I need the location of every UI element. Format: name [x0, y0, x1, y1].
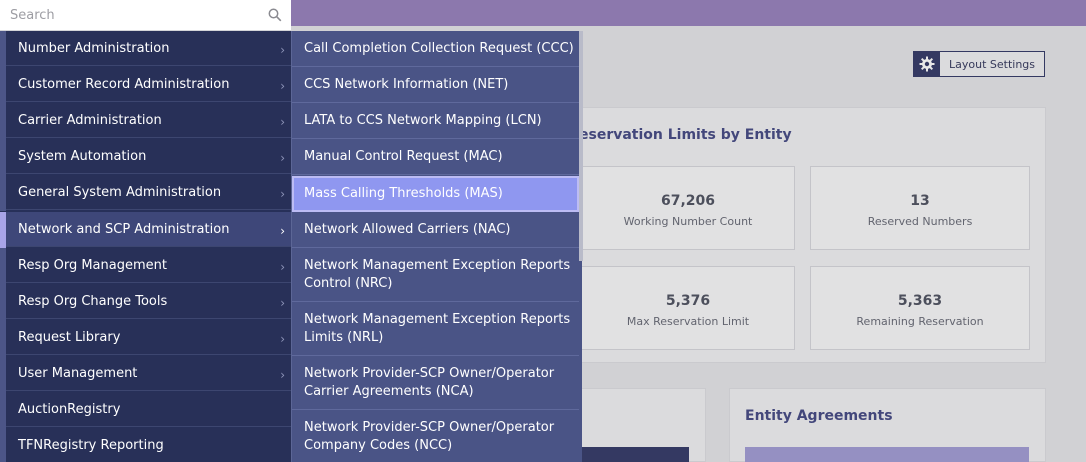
label-line-1: Network Provider-SCP Owner/Operator [304, 420, 555, 435]
menu-item-label: AuctionRegistry [18, 401, 121, 417]
menu-item-system-automation[interactable]: System Automation › [6, 139, 291, 174]
submenu-item-label: Call Completion Collection Request (CCC) [304, 40, 574, 56]
menu-item-auctionregistry[interactable]: AuctionRegistry [6, 392, 291, 427]
submenu-item-label: Mass Calling Thresholds (MAS) [304, 186, 503, 201]
submenu-item-ncc[interactable]: Network Provider-SCP Owner/Operator Compa… [292, 410, 579, 462]
chevron-right-icon: › [280, 187, 285, 201]
menu-item-label: Resp Org Change Tools [18, 293, 168, 309]
menu-item-label: TFNRegistry Reporting [18, 437, 164, 453]
menu-item-label: General System Administration [18, 184, 222, 200]
label-line-2: Carrier Agreements (NCA) [304, 383, 474, 399]
menu-item-label: Request Library [18, 329, 121, 345]
chevron-right-icon: › [280, 332, 285, 346]
submenu-item-label: Network Provider-SCP Owner/Operator Carri… [292, 365, 554, 401]
menu-item-label: Carrier Administration [18, 112, 162, 128]
submenu-item-nca[interactable]: Network Provider-SCP Owner/Operator Carri… [292, 356, 579, 410]
menu-item-label: Customer Record Administration [18, 76, 230, 92]
submenu-item-net[interactable]: CCS Network Information (NET) [292, 67, 579, 103]
submenu-item-mac[interactable]: Manual Control Request (MAC) [292, 139, 579, 175]
submenu-item-ccc[interactable]: Call Completion Collection Request (CCC) [292, 31, 579, 67]
submenu-item-label: Network Management Exception Reports Limi… [292, 311, 570, 347]
menu-item-label: System Automation [18, 148, 147, 164]
menu-item-label: User Management [18, 365, 138, 381]
label-line-2: Control (NRC) [304, 275, 393, 291]
menu-item-general-system-administration[interactable]: General System Administration › [6, 175, 291, 210]
chevron-right-icon: › [280, 115, 285, 129]
menu-item-customer-record-administration[interactable]: Customer Record Administration › [6, 67, 291, 102]
menu-item-label: Resp Org Management [18, 257, 167, 273]
menu-item-request-library[interactable]: Request Library › [6, 320, 291, 355]
menu-item-carrier-administration[interactable]: Carrier Administration › [6, 103, 291, 138]
label-line-1: Network Provider-SCP Owner/Operator [304, 365, 555, 381]
submenu-item-lcn[interactable]: LATA to CCS Network Mapping (LCN) [292, 103, 579, 139]
main-menu: Number Administration › Customer Record … [0, 31, 291, 462]
submenu-item-label: Manual Control Request (MAC) [304, 148, 503, 164]
submenu-item-mas[interactable]: Mass Calling Thresholds (MAS) [292, 176, 579, 212]
search-bar [0, 0, 291, 31]
submenu-item-nrc[interactable]: Network Management Exception Reports Cont… [292, 248, 579, 302]
submenu-item-label: LATA to CCS Network Mapping (LCN) [304, 112, 542, 128]
search-icon[interactable] [268, 8, 282, 22]
submenu-item-nrl[interactable]: Network Management Exception Reports Limi… [292, 302, 579, 356]
submenu-item-label: Network Allowed Carriers (NAC) [304, 221, 511, 237]
menu-item-resp-org-management[interactable]: Resp Org Management › [6, 248, 291, 283]
menu-item-label: Network and SCP Administration [18, 221, 230, 237]
submenu-item-label: Network Management Exception Reports Cont… [292, 257, 570, 293]
label-line-1: Network Management Exception Reports [304, 311, 571, 327]
menu-item-network-and-scp-administration[interactable]: Network and SCP Administration › [6, 212, 291, 247]
submenu-scrollbar[interactable] [579, 31, 583, 261]
network-scp-submenu: Call Completion Collection Request (CCC)… [291, 31, 583, 462]
menu-item-resp-org-change-tools[interactable]: Resp Org Change Tools › [6, 284, 291, 319]
submenu-item-nac[interactable]: Network Allowed Carriers (NAC) [292, 212, 579, 248]
menu-item-number-administration[interactable]: Number Administration › [6, 31, 291, 66]
chevron-right-icon: › [280, 151, 285, 165]
label-line-1: Network Management Exception Reports [304, 257, 571, 273]
menu-item-label: Number Administration [18, 40, 170, 56]
chevron-right-icon: › [280, 224, 285, 238]
submenu-item-label: Network Provider-SCP Owner/Operator Compa… [292, 419, 554, 455]
menu-item-user-management[interactable]: User Management › [6, 356, 291, 391]
label-line-2: Limits (NRL) [304, 329, 384, 345]
chevron-right-icon: › [280, 296, 285, 310]
chevron-right-icon: › [280, 368, 285, 382]
submenu-item-label: CCS Network Information (NET) [304, 76, 509, 92]
menu-item-tfnregistry-reporting[interactable]: TFNRegistry Reporting [6, 428, 291, 462]
chevron-right-icon: › [280, 260, 285, 274]
chevron-right-icon: › [280, 79, 285, 93]
search-input[interactable] [0, 7, 250, 23]
label-line-2: Company Codes (NCC) [304, 438, 453, 453]
chevron-right-icon: › [280, 43, 285, 57]
